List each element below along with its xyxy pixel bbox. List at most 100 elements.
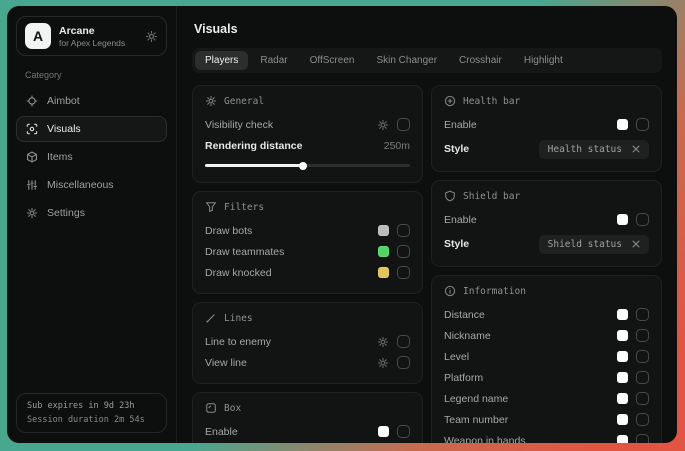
settings-gear-icon[interactable]	[377, 357, 389, 369]
color-swatch[interactable]	[617, 330, 628, 341]
setting-row-shield-style: Style Shield status	[444, 232, 649, 256]
subscription-info-card: Sub expires in 9d 23h Session duration 2…	[16, 393, 167, 433]
setting-row-visibility-check: Visibility check	[205, 114, 410, 135]
shield-style-select[interactable]: Shield status	[539, 235, 649, 254]
panel-title: Information	[463, 286, 526, 297]
sub-expires-text: Sub expires in 9d 23h	[27, 401, 156, 411]
tab-players[interactable]: Players	[195, 51, 248, 70]
nickname-checkbox[interactable]	[636, 329, 649, 342]
setting-row-nickname: Nickname	[444, 325, 649, 346]
level-checkbox[interactable]	[636, 350, 649, 363]
sidebar-item-aimbot[interactable]: Aimbot	[16, 88, 167, 114]
box-enable-checkbox[interactable]	[397, 425, 410, 438]
slider-thumb[interactable]	[299, 162, 307, 170]
gear-icon	[26, 207, 38, 219]
shield-icon	[444, 190, 456, 202]
legend-name-checkbox[interactable]	[636, 392, 649, 405]
draw-knocked-checkbox[interactable]	[397, 266, 410, 279]
setting-row-team-number: Team number	[444, 409, 649, 430]
rendering-distance-slider[interactable]	[205, 164, 410, 167]
distance-checkbox[interactable]	[636, 308, 649, 321]
setting-row-line-to-enemy: Line to enemy	[205, 331, 410, 352]
tab-crosshair[interactable]: Crosshair	[449, 51, 512, 70]
clear-icon[interactable]	[632, 240, 640, 248]
draw-bots-checkbox[interactable]	[397, 224, 410, 237]
app-window: A Arcane for Apex Legends Category Aimbo…	[7, 6, 677, 443]
sun-gear-icon	[205, 95, 217, 107]
session-duration-text: Session duration 2m 54s	[27, 415, 156, 425]
panel-shield-bar: Shield bar Enable Style Shield status	[431, 180, 662, 267]
color-swatch[interactable]	[617, 393, 628, 404]
team-number-checkbox[interactable]	[636, 413, 649, 426]
eye-scan-icon	[26, 123, 38, 135]
view-line-checkbox[interactable]	[397, 356, 410, 369]
color-swatch[interactable]	[617, 309, 628, 320]
setting-row-draw-teammates: Draw teammates	[205, 241, 410, 262]
rendering-distance-value: 250m	[384, 140, 410, 152]
sidebar-item-settings[interactable]: Settings	[16, 200, 167, 226]
sliders-icon	[26, 179, 38, 191]
settings-gear-icon[interactable]	[377, 119, 389, 131]
color-swatch[interactable]	[617, 372, 628, 383]
setting-row-legend-name: Legend name	[444, 388, 649, 409]
color-swatch[interactable]	[617, 414, 628, 425]
health-style-select[interactable]: Health status	[539, 140, 649, 159]
color-swatch[interactable]	[617, 119, 628, 130]
visibility-check-checkbox[interactable]	[397, 118, 410, 131]
color-swatch[interactable]	[378, 246, 389, 257]
tab-offscreen[interactable]: OffScreen	[300, 51, 365, 70]
setting-row-shield-enable: Enable	[444, 209, 649, 230]
platform-checkbox[interactable]	[636, 371, 649, 384]
box-outline-icon	[205, 402, 217, 414]
panel-lines: Lines Line to enemy	[192, 302, 423, 384]
setting-row-weapon-in-hands: Weapon in hands	[444, 430, 649, 443]
line-to-enemy-checkbox[interactable]	[397, 335, 410, 348]
settings-gear-icon[interactable]	[377, 336, 389, 348]
sidebar-item-miscellaneous[interactable]: Miscellaneous	[16, 172, 167, 198]
sidebar-item-label: Items	[47, 151, 73, 163]
info-circle-icon	[444, 285, 456, 297]
tab-bar: Players Radar OffScreen Skin Changer Cro…	[192, 48, 662, 73]
crosshair-icon	[26, 95, 38, 107]
setting-row-health-enable: Enable	[444, 114, 649, 135]
weapon-in-hands-checkbox[interactable]	[636, 434, 649, 443]
color-swatch[interactable]	[617, 435, 628, 443]
setting-row-health-style: Style Health status	[444, 137, 649, 161]
color-swatch[interactable]	[378, 267, 389, 278]
panel-title: Filters	[224, 202, 264, 213]
app-header-card: A Arcane for Apex Legends	[16, 16, 167, 56]
sidebar-item-label: Visuals	[47, 123, 81, 135]
draw-teammates-checkbox[interactable]	[397, 245, 410, 258]
sidebar-gear-icon[interactable]	[145, 30, 158, 43]
panel-title: Box	[224, 403, 241, 414]
sidebar-item-label: Settings	[47, 207, 85, 219]
app-subtitle: for Apex Legends	[59, 38, 125, 48]
sidebar-item-items[interactable]: Items	[16, 144, 167, 170]
health-enable-checkbox[interactable]	[636, 118, 649, 131]
tab-highlight[interactable]: Highlight	[514, 51, 573, 70]
tab-radar[interactable]: Radar	[250, 51, 297, 70]
clear-icon[interactable]	[632, 145, 640, 153]
setting-row-level: Level	[444, 346, 649, 367]
setting-row-draw-knocked: Draw knocked	[205, 262, 410, 283]
setting-row-distance: Distance	[444, 304, 649, 325]
color-swatch[interactable]	[378, 426, 389, 437]
color-swatch[interactable]	[617, 214, 628, 225]
panel-title: Lines	[224, 313, 253, 324]
color-swatch[interactable]	[617, 351, 628, 362]
shield-enable-checkbox[interactable]	[636, 213, 649, 226]
sidebar-item-label: Miscellaneous	[47, 179, 114, 191]
app-logo-letter: A	[33, 28, 43, 44]
cube-icon	[26, 151, 38, 163]
main-content: Visuals Players Radar OffScreen Skin Cha…	[177, 6, 677, 443]
category-label: Category	[25, 70, 158, 80]
page-title: Visuals	[194, 22, 662, 36]
setting-row-rendering-distance: Rendering distance 250m	[205, 135, 410, 156]
funnel-icon	[205, 201, 217, 213]
tab-skin-changer[interactable]: Skin Changer	[366, 51, 447, 70]
color-swatch[interactable]	[378, 225, 389, 236]
panel-title: Shield bar	[463, 191, 520, 202]
panel-information: Information Distance Nickname	[431, 275, 662, 443]
sidebar-item-visuals[interactable]: Visuals	[16, 116, 167, 142]
sidebar: A Arcane for Apex Legends Category Aimbo…	[7, 6, 177, 443]
